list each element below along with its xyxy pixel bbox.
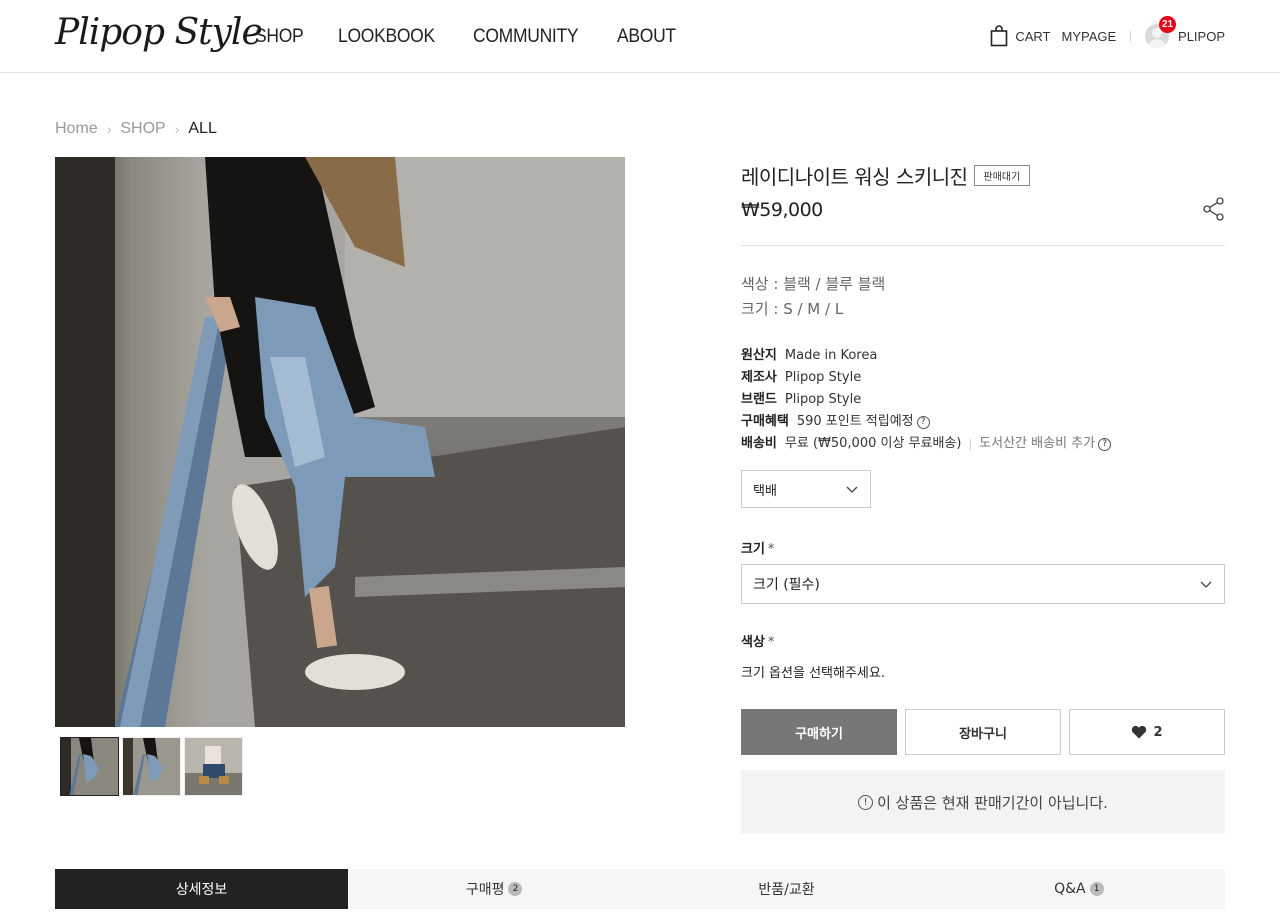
sale-period-notice: ! 이 상품은 현재 판매기간이 아닙니다. (741, 770, 1225, 834)
color-label-text: 색상 (741, 635, 765, 650)
question-icon[interactable]: ? (1098, 437, 1112, 451)
notice-text: 이 상품은 현재 판매기간이 아닙니다. (877, 793, 1108, 812)
like-button[interactable]: 2 (1069, 709, 1225, 755)
tab-details[interactable]: 상세정보 (55, 869, 348, 909)
size-summary: 크기 : S / M / L (741, 300, 844, 318)
thumbnail-2[interactable] (122, 737, 181, 796)
tab-qna[interactable]: Q&A 1 (933, 869, 1225, 909)
breadcrumb: Home › SHOP › ALL (55, 120, 217, 138)
meta-key: 원산지 (741, 348, 777, 363)
nav-shop[interactable]: SHOP (255, 26, 304, 48)
notification-badge: 21 (1159, 16, 1177, 33)
meta-shipping: 배송비 무료 (₩50,000 이상 무료배송) | 도서산간 배송비 추가 ? (741, 433, 1112, 455)
meta-key: 브랜드 (741, 392, 777, 407)
meta-benefit: 구매혜택 590 포인트 적립예정 ? (741, 411, 1111, 433)
tab-label: Q&A (1054, 881, 1086, 897)
site-header: Plipop Style SHOP LOOKBOOK COMMUNITY ABO… (0, 0, 1280, 73)
meta-brand: 브랜드 Plipop Style (741, 389, 1111, 411)
size-label-text: 크기 (741, 542, 765, 557)
nav-about[interactable]: ABOUT (617, 26, 676, 48)
title-row: 레이디나이트 워싱 스키니진 판매대기 (741, 157, 1225, 193)
size-label: 크기 * (741, 538, 774, 557)
info-icon: ! (858, 794, 874, 810)
site-logo[interactable]: Plipop Style (55, 12, 263, 53)
detail-tabs: 상세정보 구매평 2 반품/교환 Q&A 1 (55, 869, 1225, 909)
color-option-note: 크기 옵션을 선택해주세요. (741, 666, 885, 681)
tab-label: 상세정보 (175, 882, 228, 898)
user-name-link[interactable]: PLIPOP (1178, 29, 1225, 44)
product-meta: 원산지 Made in Korea 제조사 Plipop Style 브랜드 P… (741, 345, 1112, 455)
thumbnail-strip (60, 737, 243, 796)
meta-value: Plipop Style (784, 370, 862, 385)
mypage-link[interactable]: MYPAGE (1062, 29, 1117, 44)
meta-maker: 제조사 Plipop Style (741, 367, 1111, 389)
heart-icon (1132, 725, 1147, 739)
action-buttons: 구매하기 장바구니 2 (741, 709, 1225, 755)
chevron-down-icon (846, 486, 858, 493)
tab-label: 반품/교환 (758, 882, 815, 898)
meta-origin: 원산지 Made in Korea (741, 345, 1111, 367)
meta-value: 590 포인트 적립예정 (796, 414, 914, 429)
buy-button[interactable]: 구매하기 (741, 709, 897, 755)
product-price: ₩59,000 (741, 199, 823, 221)
product-main-image[interactable] (55, 157, 625, 727)
color-label: 색상 * (741, 631, 774, 650)
main-nav: SHOP LOOKBOOK COMMUNITY ABOUT (255, 26, 681, 48)
chevron-right-icon: › (106, 121, 112, 137)
meta-value: Made in Korea (784, 348, 878, 363)
thumbnail-3[interactable] (184, 737, 243, 796)
breadcrumb-current: ALL (188, 120, 217, 137)
header-utilities: CART MYPAGE | 21 PLIPOP (990, 16, 1225, 48)
add-to-cart-button[interactable]: 장바구니 (905, 709, 1061, 755)
product-info: 레이디나이트 워싱 스키니진 판매대기 ₩59,000 색상 : 블랙 / 블루… (741, 157, 1225, 834)
thumbnail-1[interactable] (60, 737, 119, 796)
meta-key: 배송비 (741, 436, 777, 451)
breadcrumb-home[interactable]: Home (55, 120, 98, 138)
option-summary: 색상 : 블랙 / 블루 블랙 크기 : S / M / L (741, 272, 885, 322)
nav-community[interactable]: COMMUNITY (473, 26, 579, 48)
meta-key: 구매혜택 (741, 414, 789, 429)
nav-lookbook[interactable]: LOOKBOOK (338, 26, 435, 48)
tab-label: 구매평 (465, 882, 505, 898)
size-select[interactable]: 크기 (필수) (741, 564, 1225, 604)
size-select-value: 크기 (필수) (753, 577, 820, 593)
chevron-right-icon: › (174, 121, 180, 137)
header-divider: | (1129, 30, 1133, 42)
shipping-method-select[interactable]: 택배 (741, 470, 871, 508)
tab-count-badge: 1 (1089, 882, 1104, 896)
meta-divider: | (968, 437, 973, 450)
chevron-down-icon (1200, 581, 1212, 588)
share-icon[interactable] (1203, 197, 1225, 221)
required-mark: * (767, 635, 775, 650)
breadcrumb-shop[interactable]: SHOP (120, 120, 165, 138)
required-mark: * (767, 542, 775, 557)
color-summary: 색상 : 블랙 / 블루 블랙 (741, 275, 886, 293)
shipping-extra-note: 도서산간 배송비 추가 (979, 436, 1096, 451)
like-count: 2 (1153, 724, 1163, 740)
tab-returns[interactable]: 반품/교환 (640, 869, 932, 909)
user-avatar[interactable]: 21 (1145, 16, 1177, 48)
meta-value: Plipop Style (784, 392, 862, 407)
tab-count-badge: 2 (508, 882, 523, 896)
tab-reviews[interactable]: 구매평 2 (348, 869, 640, 909)
cart-link[interactable]: CART (1015, 29, 1050, 44)
status-badge: 판매대기 (973, 164, 1031, 186)
divider (741, 245, 1225, 246)
meta-value: 무료 (₩50,000 이상 무료배송) (784, 436, 962, 451)
meta-key: 제조사 (741, 370, 777, 385)
question-icon[interactable]: ? (916, 415, 930, 429)
product-title: 레이디나이트 워싱 스키니진 (741, 164, 968, 189)
shipping-method-value: 택배 (753, 483, 777, 499)
cart-icon[interactable] (990, 25, 1008, 47)
